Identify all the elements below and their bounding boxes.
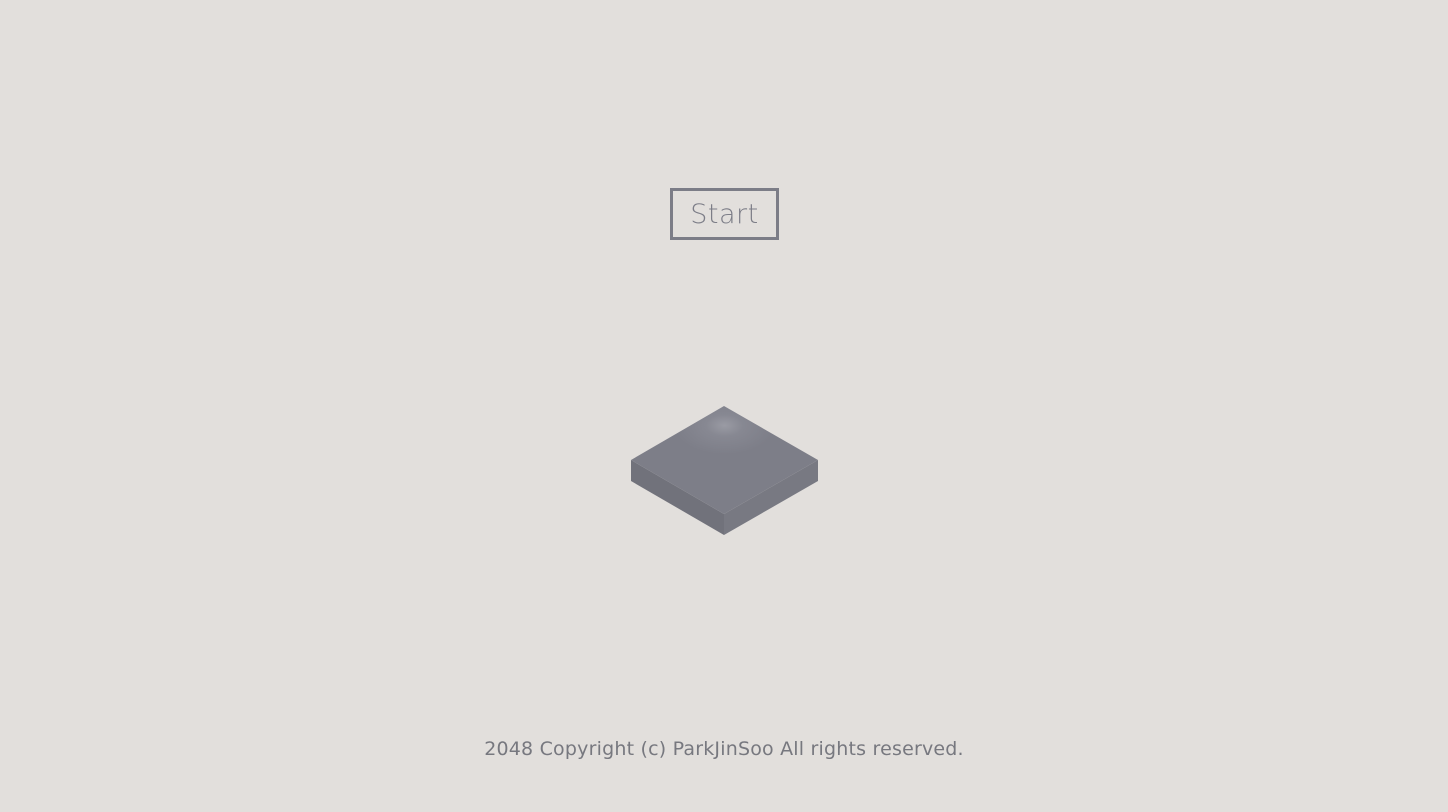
board-top-face	[631, 406, 818, 514]
game-board	[629, 404, 820, 538]
game-stage: Start 2048 Copyright (c) ParkJinSoo All …	[0, 0, 1448, 812]
isometric-board-icon	[631, 406, 818, 535]
copyright-text: 2048 Copyright (c) ParkJinSoo All rights…	[484, 738, 964, 760]
start-button[interactable]: Start	[670, 188, 779, 240]
